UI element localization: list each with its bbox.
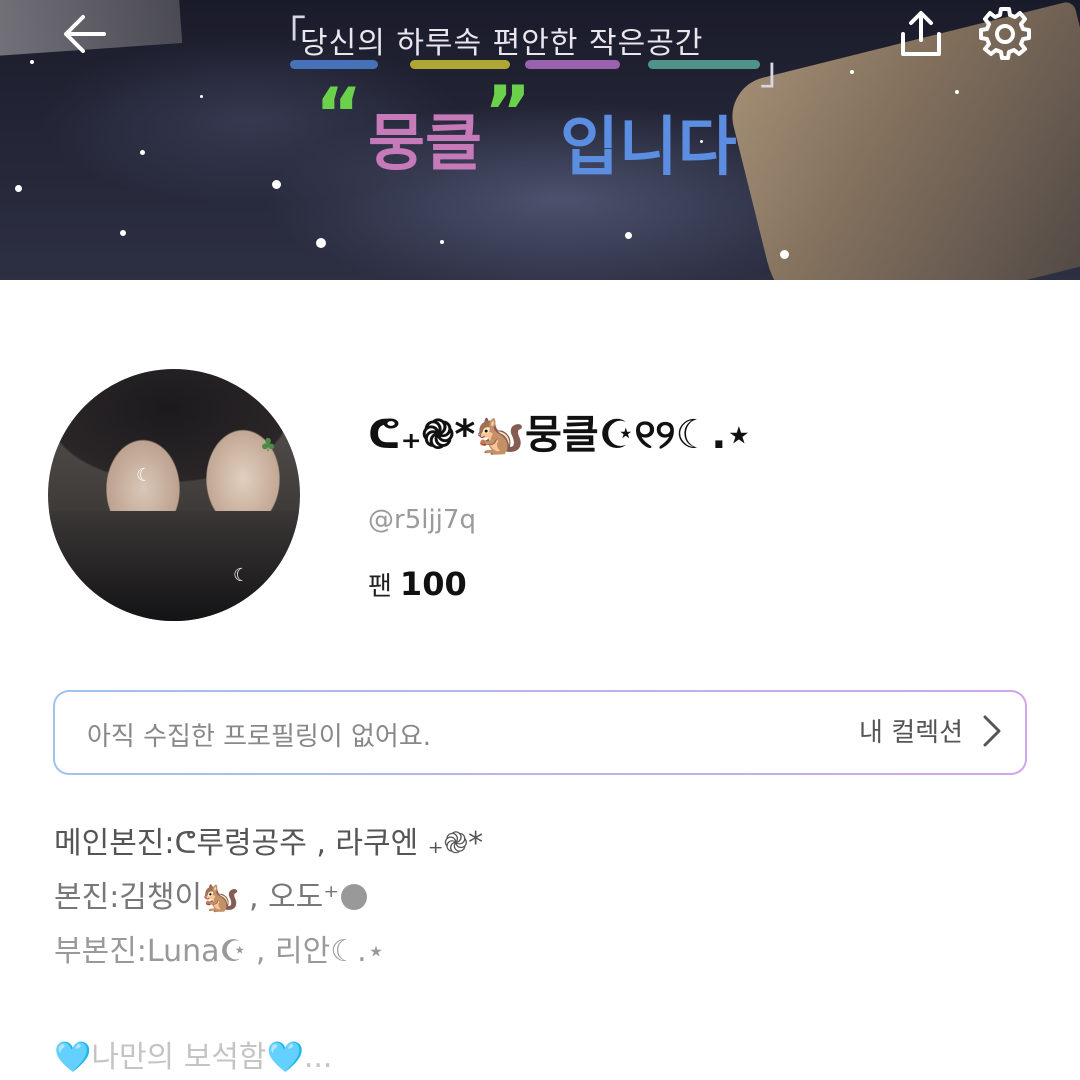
collection-box-inner: 아직 수집한 프로필링이 없어요. 내 컬렉션 — [55, 692, 1025, 773]
moon-icon: ☾ — [233, 565, 250, 586]
back-button[interactable] — [57, 6, 113, 62]
profile-name: ᕦ₊֎*🐿️뭉클☪︎୧୨☾.⋆ — [368, 412, 752, 458]
my-collection-link[interactable]: 내 컬렉션 — [859, 712, 1003, 749]
circle-icon — [341, 884, 368, 910]
banner-star — [120, 230, 126, 236]
banner-open-quote: “ — [315, 72, 363, 156]
banner-star — [200, 95, 203, 98]
banner-star — [272, 180, 281, 189]
banner-stripe-teal — [648, 60, 760, 69]
collection-box[interactable]: 아직 수집한 프로필링이 없어요. 내 컬렉션 — [53, 690, 1027, 775]
banner-star — [850, 70, 854, 74]
avatar[interactable]: ☾ ☾ ♣ — [48, 369, 300, 621]
my-collection-label: 내 컬렉션 — [859, 718, 963, 748]
banner-star — [30, 60, 34, 64]
profile-banner: 「 당신의 하루속 편안한 작은공간 」 “ 뭉클 ” 입니다 — [0, 0, 1080, 280]
bio-line-1: 메인본진:ᕦ루령공주 , 라쿠엔 ₊֎* — [54, 826, 484, 861]
share-icon — [901, 11, 941, 56]
banner-title: 뭉클 — [368, 106, 483, 179]
banner-star — [955, 90, 959, 94]
banner-star — [625, 232, 632, 239]
banner-subtitle: 당신의 하루속 편안한 작은공간 — [300, 26, 704, 61]
heart-icon: 🩵 — [54, 1040, 92, 1075]
gear-icon — [979, 7, 1031, 60]
fan-count[interactable]: 팬 100 — [368, 565, 467, 603]
bio-line-2-text: 본진:김챙이🐿️ , 오도⁺ — [54, 880, 340, 915]
banner-bracket-close: 」 — [760, 49, 799, 93]
avatar-jacket — [48, 511, 300, 621]
banner-stripe-yellow — [410, 60, 510, 69]
collection-empty-text: 아직 수집한 프로필링이 없어요. — [87, 722, 432, 752]
fan-label: 팬 — [368, 572, 392, 602]
banner-star — [440, 240, 444, 244]
banner-star — [316, 238, 326, 248]
bio-line-4-text: 나만의 보석함 — [91, 1040, 267, 1075]
heart-icon: 🩵 — [266, 1040, 304, 1075]
banner-star — [140, 150, 145, 155]
chevron-right-icon — [983, 715, 1001, 746]
moon-icon: ☾ — [136, 465, 153, 486]
banner-stripe-purple — [525, 60, 620, 69]
fan-number: 100 — [399, 565, 467, 603]
clover-icon: ♣ — [260, 435, 277, 456]
banner-close-quote: ” — [484, 70, 532, 154]
profile-handle: @r5ljj7q — [368, 505, 476, 535]
settings-button[interactable] — [977, 6, 1033, 62]
banner-suffix: 입니다 — [560, 111, 737, 185]
bio-line-3: 부본진:Luna☪︎ , 리안☾.⋆ — [54, 934, 386, 969]
share-button[interactable] — [893, 6, 949, 62]
bio-line-2: 본진:김챙이🐿️ , 오도⁺ — [54, 872, 368, 916]
arrow-left-icon — [64, 15, 106, 53]
bio-line-4: 🩵나만의 보석함🩵... — [54, 1032, 332, 1076]
bio-line-4-tail: ... — [303, 1040, 333, 1075]
banner-stripe-blue — [290, 60, 378, 69]
banner-star — [15, 185, 22, 192]
banner-star — [780, 250, 789, 259]
